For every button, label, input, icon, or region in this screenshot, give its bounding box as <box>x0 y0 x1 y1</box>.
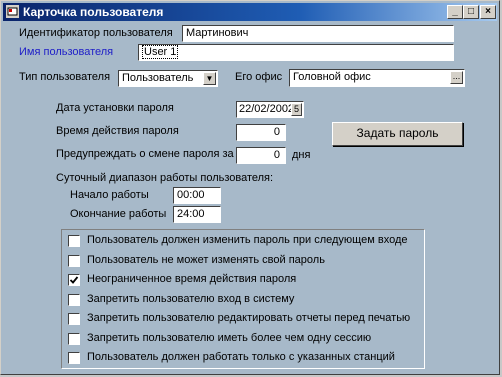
option-label: Пользователь должен изменить пароль при … <box>87 234 408 246</box>
office-label: Его офис <box>235 71 283 83</box>
work-range-title: Суточный диапазон работы пользователя: <box>56 172 274 184</box>
calendar-icon[interactable]: 5 <box>291 103 302 116</box>
user-type-value: Пользователь <box>122 72 194 84</box>
password-validity-label: Время действия пароля <box>56 125 179 137</box>
close-button[interactable]: × <box>480 5 496 19</box>
work-start-field[interactable]: 00:00 <box>173 187 221 204</box>
app-icon <box>6 5 19 18</box>
user-card-window: Карточка пользователя _ □ × Идентификато… <box>0 0 500 375</box>
password-date-label: Дата установки пароля <box>56 102 174 114</box>
minimize-button[interactable]: _ <box>447 5 463 19</box>
password-validity-field[interactable]: 0 <box>236 124 286 141</box>
password-warn-unit: дня <box>292 149 311 161</box>
option-label: Запретить пользователю вход в систему <box>87 292 295 305</box>
user-name-label: Имя пользователя <box>19 46 114 58</box>
option-label: Запретить пользователю редактировать отч… <box>87 312 411 324</box>
option-label: Неограниченное время действия пароля <box>87 273 297 285</box>
option-label: Пользователь должен работать только с ук… <box>87 351 395 363</box>
options-group: Пользователь должен изменить пароль при … <box>61 229 425 369</box>
user-name-field[interactable]: User 1 <box>138 44 454 61</box>
office-browse-button[interactable]: ... <box>450 71 463 84</box>
option-label: Пользователь не может изменять свой паро… <box>87 253 325 266</box>
office-field[interactable]: Головной офис ... <box>289 69 465 87</box>
work-end-label: Окончание работы <box>70 208 167 220</box>
office-value: Головной офис <box>293 71 371 83</box>
title-bar[interactable]: Карточка пользователя _ □ × <box>3 3 497 21</box>
user-type-label: Тип пользователя <box>19 71 111 83</box>
checkbox[interactable] <box>68 235 80 247</box>
user-name-value: User 1 <box>142 45 179 59</box>
user-id-label: Идентификатор пользователя <box>19 27 173 39</box>
chevron-down-icon[interactable]: ▼ <box>203 72 216 85</box>
password-warn-label: Предупреждать о смене пароля за <box>56 148 234 160</box>
password-warn-field[interactable]: 0 <box>236 147 286 164</box>
user-type-select[interactable]: Пользователь ▼ <box>118 70 218 87</box>
user-id-field[interactable]: Мартинович <box>182 25 454 42</box>
work-end-field[interactable]: 24:00 <box>173 206 221 223</box>
window-title: Карточка пользователя <box>23 5 164 19</box>
checkbox[interactable] <box>68 352 80 364</box>
set-password-button[interactable]: Задать пароль <box>332 122 463 146</box>
option-label: Запретить пользователю иметь более чем о… <box>87 331 372 344</box>
maximize-button[interactable]: □ <box>463 5 479 19</box>
checkbox[interactable] <box>68 332 80 345</box>
checkbox[interactable] <box>68 313 80 325</box>
checkbox-checked[interactable] <box>68 274 80 286</box>
checkbox[interactable] <box>68 254 80 267</box>
work-start-label: Начало работы <box>70 189 149 201</box>
password-date-field[interactable]: 22/02/2002 5 <box>236 101 304 118</box>
password-date-value: 22/02/2002 <box>239 103 295 115</box>
checkbox[interactable] <box>68 293 80 306</box>
checkmark-icon <box>69 276 79 284</box>
